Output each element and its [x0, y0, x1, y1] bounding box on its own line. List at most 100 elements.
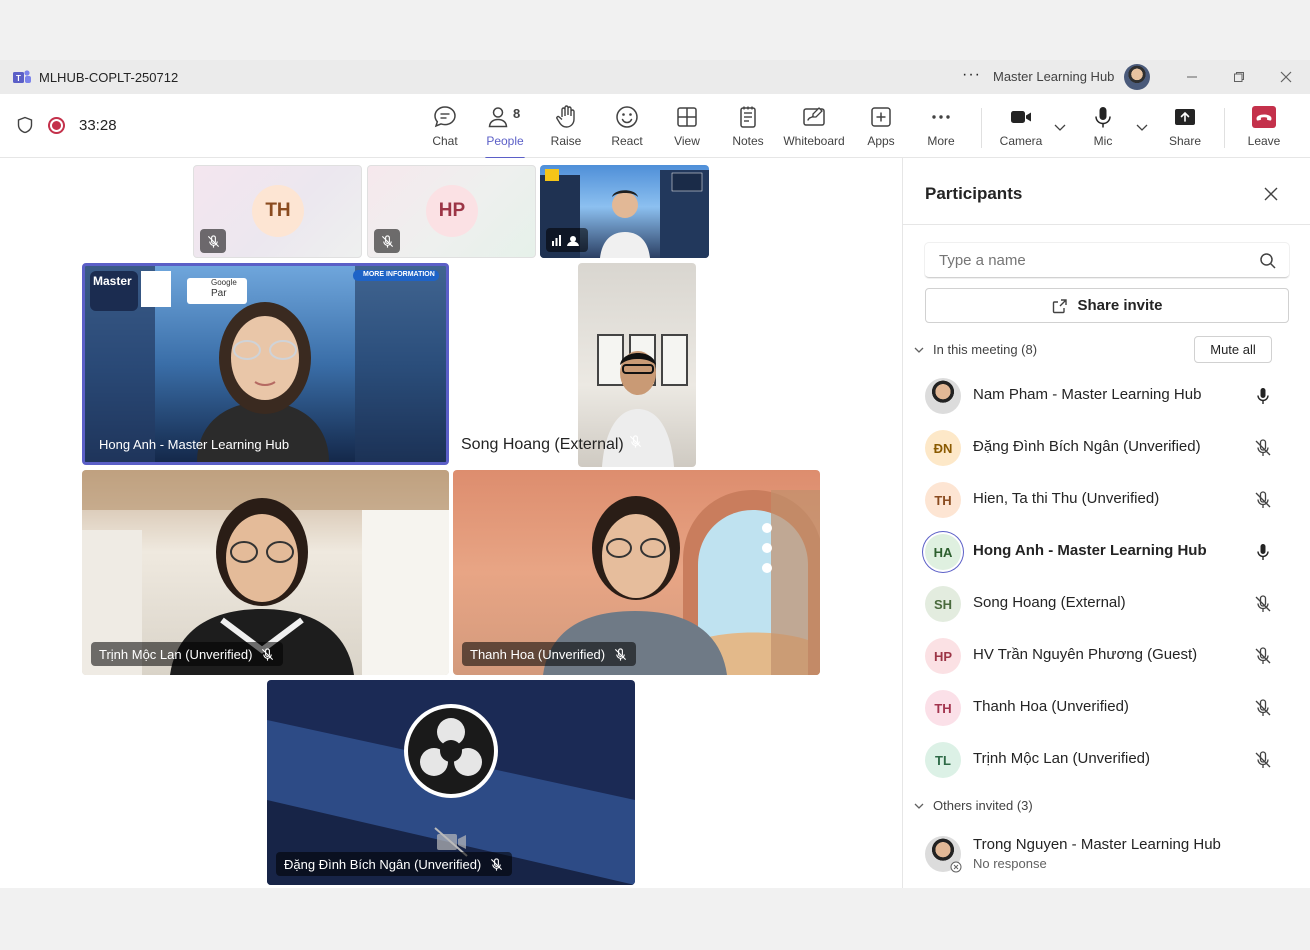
banner-google-text: Google — [211, 278, 237, 287]
chevron-down-icon — [914, 347, 924, 353]
share-icon — [1053, 298, 1068, 313]
shield-icon[interactable] — [16, 116, 34, 134]
chat-button[interactable]: Chat — [415, 100, 475, 154]
leave-button[interactable]: Leave — [1234, 100, 1294, 154]
participant-row[interactable]: TH Hien, Ta thi Thu (Unverified) — [903, 474, 1310, 526]
mic-off-icon[interactable] — [1253, 646, 1273, 666]
camera-icon — [1011, 111, 1031, 123]
others-invited-label: Others invited (3) — [933, 798, 1033, 813]
participant-tile-hp[interactable]: HP — [367, 165, 536, 258]
in-meeting-section-header[interactable]: In this meeting (8) — [913, 342, 1037, 357]
people-label: People — [486, 134, 524, 148]
chat-icon — [434, 106, 456, 128]
mic-off-icon[interactable] — [1253, 698, 1273, 718]
participant-tile-dang-dinh-bich-ngan[interactable]: Đặng Đình Bích Ngân (Unverified) — [267, 680, 635, 885]
hang-up-icon — [1252, 106, 1276, 128]
raise-hand-button[interactable]: Raise — [536, 100, 596, 154]
more-options-icon[interactable]: ··· — [962, 66, 981, 84]
whiteboard-button[interactable]: Whiteboard — [778, 100, 850, 154]
mic-options-chevron-icon[interactable] — [1135, 120, 1149, 134]
participant-row[interactable]: HP HV Trần Nguyên Phương (Guest) — [903, 630, 1310, 682]
participant-row[interactable]: HA Hong Anh - Master Learning Hub — [903, 526, 1310, 578]
svg-text:T: T — [16, 74, 21, 83]
whiteboard-label: Whiteboard — [783, 134, 845, 148]
mic-on-icon[interactable] — [1253, 542, 1273, 562]
minimize-icon[interactable] — [1180, 65, 1204, 89]
participant-row[interactable]: TL Trịnh Mộc Lan (Unverified) — [903, 734, 1310, 786]
restore-icon[interactable] — [1227, 65, 1251, 89]
video-stage: TH HP Master Google Par MORE INFORMATION… — [0, 158, 902, 888]
close-window-icon[interactable] — [1274, 65, 1298, 89]
meeting-status: 33:28 — [16, 116, 117, 134]
toolbar-divider — [981, 108, 982, 148]
participant-name: HV Trần Nguyên Phương (Guest) — [973, 646, 1198, 663]
participant-avatar: HP — [925, 638, 961, 674]
participant-row[interactable]: Nam Pham - Master Learning Hub — [903, 370, 1310, 422]
participant-avatar: HA — [925, 534, 961, 570]
banner-more-info-text: MORE INFORMATION — [363, 271, 435, 278]
participant-name: Hien, Ta thi Thu (Unverified) — [973, 490, 1160, 507]
others-invited-section-header[interactable]: Others invited (3) — [913, 798, 1033, 813]
participant-tile-hong-anh[interactable]: Master Google Par MORE INFORMATION Hong … — [82, 263, 449, 465]
participant-row[interactable]: SH Song Hoang (External) — [903, 578, 1310, 630]
mic-button[interactable]: Mic — [1073, 100, 1133, 154]
mic-off-icon[interactable] — [1253, 750, 1273, 770]
camera-label: Camera — [999, 134, 1043, 148]
mic-on-icon[interactable] — [1253, 386, 1273, 406]
muted-mic-icon — [374, 229, 400, 253]
teams-logo-icon: T — [13, 70, 31, 83]
participant-avatar: SH — [925, 586, 961, 622]
participant-name-caption: Đặng Đình Bích Ngân (Unverified) — [276, 852, 513, 876]
participant-name-caption: Trịnh Mộc Lan (Unverified) — [91, 642, 284, 666]
participant-search-input[interactable] — [925, 243, 1289, 278]
mute-all-button[interactable]: Mute all — [1194, 336, 1272, 363]
participant-avatar: ĐN — [925, 430, 961, 466]
mic-off-icon[interactable] — [1253, 438, 1273, 458]
notes-icon — [740, 106, 756, 128]
mic-off-icon[interactable] — [1253, 490, 1273, 510]
participant-name: Nam Pham - Master Learning Hub — [973, 386, 1202, 403]
participant-name: Song Hoang (External) — [973, 594, 1126, 611]
share-invite-label: Share invite — [1077, 297, 1163, 314]
view-button[interactable]: View — [657, 100, 717, 154]
react-button[interactable]: React — [597, 100, 657, 154]
participant-avatar: HP — [426, 185, 478, 237]
in-meeting-label: In this meeting (8) — [933, 342, 1038, 357]
add-apps-icon — [871, 107, 891, 127]
panel-title: Participants — [925, 184, 1023, 203]
participant-status: No response — [973, 856, 1047, 871]
recording-icon — [48, 116, 65, 134]
people-button[interactable]: 8 People — [475, 100, 535, 160]
participant-row[interactable]: TH Thanh Hoa (Unverified) — [903, 682, 1310, 734]
participant-name: Song Hoang (External) — [461, 436, 624, 453]
more-label: More — [927, 134, 955, 148]
participant-avatar: TH — [925, 690, 961, 726]
self-video-tile[interactable] — [540, 165, 709, 258]
camera-options-chevron-icon[interactable] — [1053, 120, 1067, 134]
camera-button[interactable]: Camera — [991, 100, 1051, 154]
more-button[interactable]: More — [911, 100, 971, 154]
account-avatar[interactable] — [1124, 64, 1150, 90]
participant-avatar: TL — [925, 742, 961, 778]
smile-icon — [616, 106, 638, 128]
close-panel-icon[interactable] — [1261, 184, 1281, 204]
mic-off-icon[interactable] — [1253, 594, 1273, 614]
participants-panel: Participants Share invite In this meetin… — [902, 158, 1310, 888]
participant-tile-trinh-moc-lan[interactable]: Trịnh Mộc Lan (Unverified) — [82, 470, 449, 675]
participant-tile-thanh-hoa[interactable]: Thanh Hoa (Unverified) — [453, 470, 820, 675]
participant-name: Trịnh Mộc Lan (Unverified) — [99, 646, 253, 662]
share-invite-button[interactable]: Share invite — [925, 288, 1289, 323]
chevron-down-icon — [914, 803, 924, 809]
apps-button[interactable]: Apps — [851, 100, 911, 154]
participant-row[interactable]: ĐN Đặng Đình Bích Ngân (Unverified) — [903, 422, 1310, 474]
participant-tile-th[interactable]: TH — [193, 165, 362, 258]
participant-name: Hong Anh - Master Learning Hub — [99, 436, 290, 452]
invited-participant-row[interactable]: Trong Nguyen - Master Learning Hub No re… — [903, 828, 1310, 880]
muted-mic-icon — [262, 647, 274, 661]
share-button[interactable]: Share — [1155, 100, 1215, 154]
participant-name: Đặng Đình Bích Ngân (Unverified) — [284, 856, 482, 872]
org-name[interactable]: Master Learning Hub — [993, 69, 1114, 84]
participant-name: Trong Nguyen - Master Learning Hub — [973, 836, 1221, 853]
muted-mic-icon — [615, 647, 627, 661]
notes-button[interactable]: Notes — [718, 100, 778, 154]
